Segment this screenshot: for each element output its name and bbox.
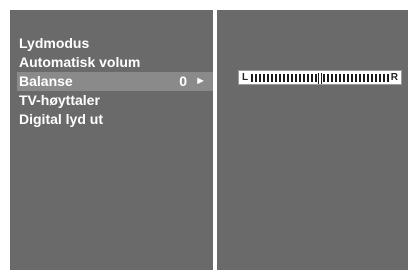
balance-slider[interactable]: L R: [238, 70, 402, 85]
menu-item-label: TV-høyttaler: [19, 92, 100, 108]
menu-item-label: Lydmodus: [19, 35, 90, 51]
menu-item-digital-lyd-ut[interactable]: Digital lyd ut: [18, 110, 213, 129]
menu-item-tv-hoyttaler[interactable]: TV-høyttaler: [18, 91, 213, 110]
balance-value: 0: [179, 73, 187, 89]
right-arrow-icon: ►: [195, 75, 206, 87]
balance-right-label: R: [390, 72, 398, 83]
balance-left-label: L: [242, 72, 249, 83]
menu-item-automatisk-volum[interactable]: Automatisk volum: [18, 53, 213, 72]
balance-scale: [251, 73, 389, 84]
menu-item-label: Balanse: [19, 73, 73, 89]
adjustment-panel: L R: [217, 10, 408, 270]
menu-item-balanse[interactable]: Balanse 0 ►: [17, 72, 213, 91]
menu-item-label: Digital lyd ut: [19, 111, 103, 127]
menu-item-label: Automatisk volum: [19, 54, 141, 70]
sound-menu: Lydmodus Automatisk volum Balanse 0 ► TV…: [17, 34, 213, 129]
menu-panel: Lydmodus Automatisk volum Balanse 0 ► TV…: [10, 10, 213, 270]
balance-indicator[interactable]: [318, 73, 322, 84]
menu-item-lydmodus[interactable]: Lydmodus: [18, 34, 213, 53]
